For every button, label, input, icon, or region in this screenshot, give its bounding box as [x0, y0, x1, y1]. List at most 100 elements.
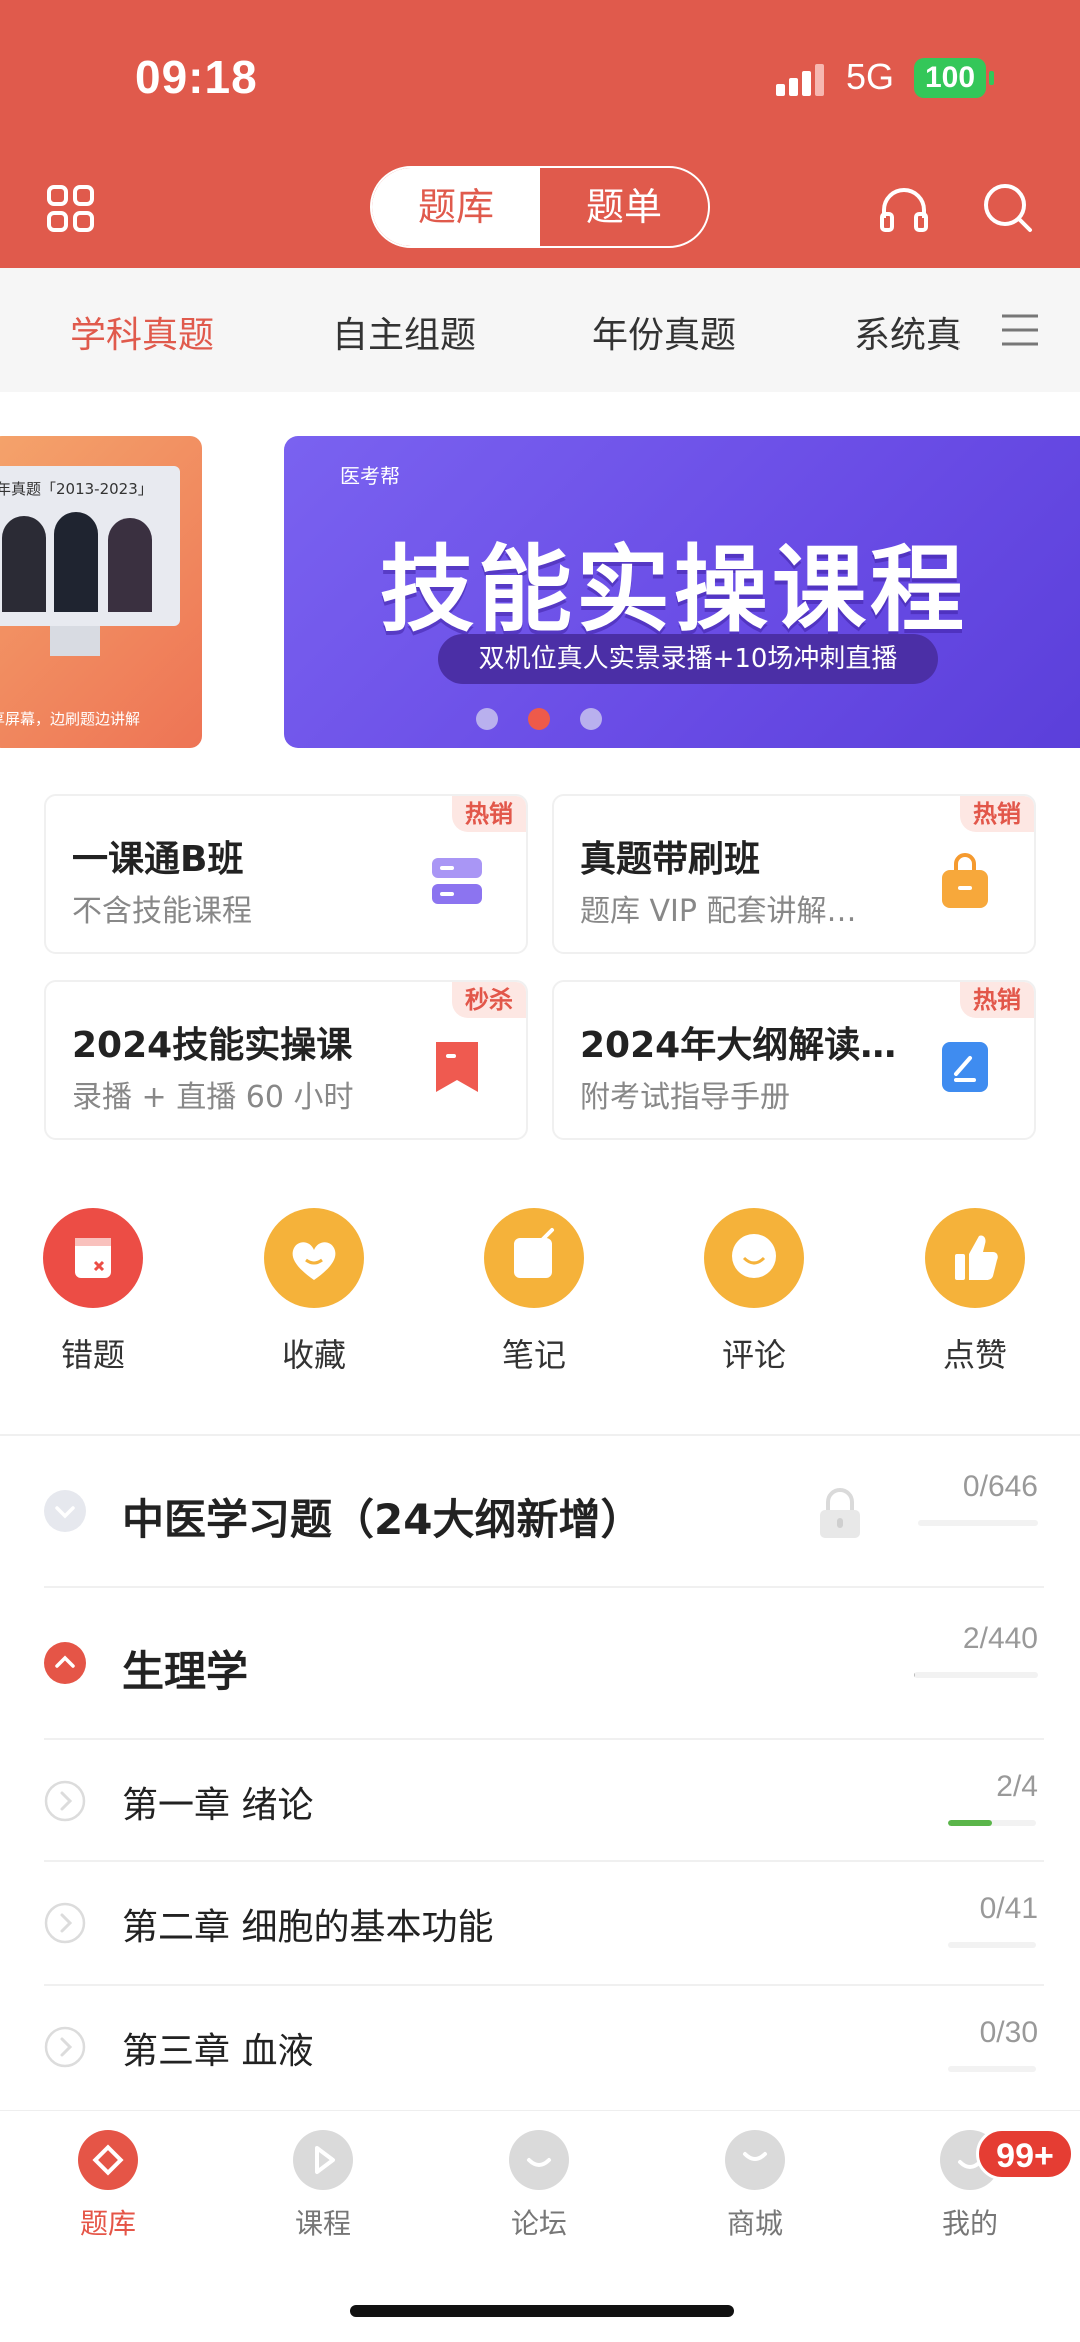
nav-courses[interactable]: 课程: [253, 2130, 393, 2242]
progress-count: 2/4: [996, 1770, 1038, 1803]
play-icon: [293, 2130, 353, 2190]
progress-bar: [948, 1942, 1036, 1948]
carousel-dot[interactable]: [580, 708, 602, 730]
progress-count: 0/30: [979, 2016, 1038, 2049]
comment-icon: [704, 1208, 804, 1308]
carousel-dot[interactable]: [476, 708, 498, 730]
quick-wrong-questions[interactable]: 错题: [43, 1208, 143, 1376]
nav-question-bank[interactable]: 题库: [38, 2130, 178, 2242]
chevron-down-icon: [44, 1490, 86, 1532]
progress-count: 2/440: [962, 1622, 1038, 1655]
banner-previous[interactable]: 年真题「2013-2023」 享屏幕，边刷题边讲解: [0, 436, 202, 748]
banner-subtitle: 双机位真人实景录播+10场冲刺直播: [478, 644, 898, 674]
note-icon: [484, 1208, 584, 1308]
subject-row[interactable]: 中医学习题（24大纲新增） 0/646: [0, 1436, 1080, 1586]
course-subtitle: 不含技能课程: [72, 894, 252, 929]
progress-bar: [914, 1672, 1038, 1678]
progress-count: 0/41: [979, 1892, 1038, 1925]
banner-left-caption: 享屏幕，边刷题边讲解: [0, 710, 141, 728]
course-title: 2024技能实操课: [72, 1025, 353, 1066]
subject-row[interactable]: 生理学 2/440: [0, 1588, 1080, 1738]
chapter-title: 第三章 血液: [122, 2031, 314, 2072]
chevron-right-icon: [44, 2026, 86, 2068]
edit-doc-icon: [942, 1042, 988, 1092]
thumbs-up-icon: [925, 1208, 1025, 1308]
flash-sale-tag: 秒杀: [452, 982, 526, 1018]
segment-question-list[interactable]: 题单: [540, 168, 708, 246]
chapter-row[interactable]: 第一章 绪论 2/4: [0, 1740, 1080, 1860]
tab-year-exams[interactable]: 年份真题: [592, 306, 736, 358]
hot-tag: 热销: [960, 982, 1034, 1018]
apps-grid-icon[interactable]: [46, 184, 96, 234]
subject-title: 中医学习题（24大纲新增）: [122, 1495, 643, 1544]
search-icon[interactable]: [982, 182, 1034, 234]
headphones-icon[interactable]: [878, 184, 930, 234]
shop-icon: [725, 2130, 785, 2190]
menu-icon: [1002, 314, 1038, 346]
quick-label: 评论: [721, 1336, 786, 1374]
tab-system-exams[interactable]: 系统真: [854, 306, 962, 358]
course-card[interactable]: 2024年大纲解读… 附考试指导手册 热销: [552, 980, 1036, 1140]
quick-label: 笔记: [501, 1336, 566, 1374]
diamond-icon: [78, 2130, 138, 2190]
tab-subject-exams[interactable]: 学科真题: [70, 306, 214, 358]
course-card[interactable]: 一课通B班 不含技能课程 热销: [44, 794, 528, 954]
progress-bar: [948, 1820, 1036, 1826]
course-card[interactable]: 真题带刷班 题库 VIP 配套讲解… 热销: [552, 794, 1036, 954]
notification-badge: 99+: [976, 2128, 1074, 2180]
bookmark-icon: [436, 1042, 478, 1092]
nav-label: 我的: [941, 2207, 998, 2240]
quick-notes[interactable]: 笔记: [484, 1208, 584, 1376]
stack-icon: [432, 858, 482, 904]
status-time: 09:18: [135, 51, 258, 103]
course-card[interactable]: 2024技能实操课 录播 + 直播 60 小时 秒杀: [44, 980, 528, 1140]
quick-likes[interactable]: 点赞: [925, 1208, 1025, 1376]
lock-icon: [820, 1488, 860, 1538]
chapter-row[interactable]: 第二章 细胞的基本功能 0/41: [0, 1862, 1080, 1984]
chevron-up-icon: [44, 1642, 86, 1684]
tab-menu-button[interactable]: [958, 274, 1080, 386]
banner-title: 技能实操课程: [380, 536, 969, 645]
monitor-stand: [50, 626, 100, 656]
quick-label: 点赞: [942, 1336, 1007, 1374]
quick-favorites[interactable]: 收藏: [264, 1208, 364, 1376]
nav-shop[interactable]: 商城: [685, 2130, 825, 2242]
signal-icon: [776, 64, 824, 96]
quick-comments[interactable]: 评论: [704, 1208, 804, 1376]
subject-title: 生理学: [122, 1647, 249, 1696]
person-image: [108, 518, 152, 612]
course-subtitle: 附考试指导手册: [580, 1080, 790, 1115]
segment-control: 题库 题单: [370, 166, 710, 248]
progress-count: 0/646: [962, 1470, 1038, 1503]
carousel-dot-active[interactable]: [528, 708, 550, 730]
progress-bar: [948, 2066, 1036, 2072]
nav-label: 题库: [79, 2207, 136, 2240]
heart-icon: [264, 1208, 364, 1308]
nav-label: 课程: [294, 2207, 351, 2240]
chevron-right-icon: [44, 1902, 86, 1944]
chapter-row[interactable]: 第三章 血液 0/30: [0, 1986, 1080, 2108]
quick-label: 收藏: [281, 1336, 346, 1374]
wrong-questions-icon: [43, 1208, 143, 1308]
smile-icon: [509, 2130, 569, 2190]
person-image: [2, 516, 46, 612]
segment-question-bank[interactable]: 题库: [372, 168, 540, 246]
course-title: 2024年大纲解读…: [580, 1025, 897, 1066]
home-indicator: [350, 2305, 734, 2317]
nav-label: 商城: [726, 2207, 783, 2240]
banner-skills-course[interactable]: 医考帮 技能实操课程 双机位真人实景录播+10场冲刺直播: [284, 436, 1080, 748]
brand-logo: 医考帮: [340, 464, 400, 488]
battery-indicator: 100: [914, 58, 994, 98]
nav-forum[interactable]: 论坛: [469, 2130, 609, 2242]
tab-custom-exam[interactable]: 自主组题: [332, 306, 476, 358]
nav-label: 论坛: [510, 2207, 567, 2240]
network-type: 5G: [846, 56, 895, 97]
banner-left-text: 年真题「2013-2023」: [0, 480, 153, 498]
progress-bar: [918, 1520, 1038, 1526]
course-title: 真题带刷班: [580, 839, 761, 880]
chapter-title: 第一章 绪论: [122, 1785, 314, 1826]
bag-icon: [942, 853, 988, 908]
chevron-right-icon: [44, 1780, 86, 1822]
person-image: [54, 512, 98, 612]
chapter-title: 第二章 细胞的基本功能: [122, 1907, 494, 1948]
